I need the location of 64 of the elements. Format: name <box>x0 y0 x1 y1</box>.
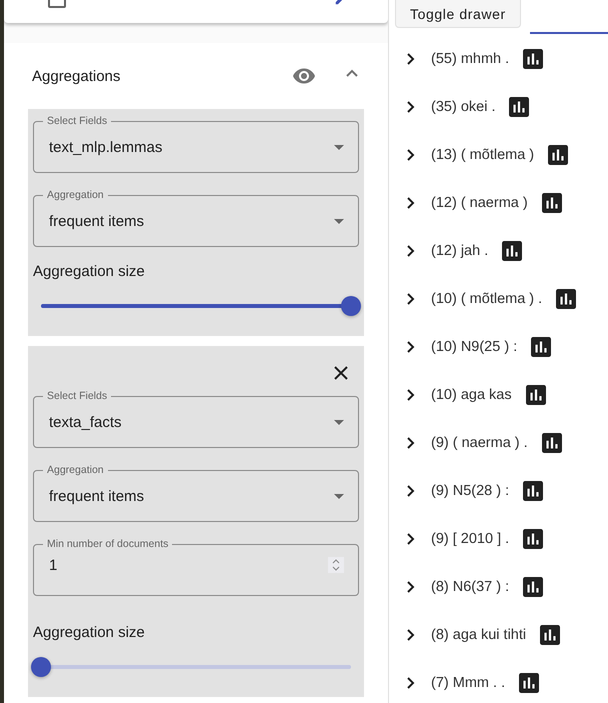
dropdown-caret-icon[interactable] <box>334 420 344 424</box>
card-title: Aggregations <box>31 68 122 84</box>
field-value: 1 <box>49 557 58 574</box>
field-label: Select Fields <box>43 115 112 127</box>
tree-item-label[interactable]: (35) okei . <box>431 99 496 115</box>
chevron-right-icon[interactable] <box>405 533 417 545</box>
chevron-right-icon[interactable] <box>405 581 417 593</box>
bar-chart-icon[interactable] <box>548 145 568 165</box>
chevron-right-icon[interactable] <box>405 53 417 65</box>
chevron-right-icon[interactable] <box>405 293 417 305</box>
tree-item-label[interactable]: (10) ( mõtlema ) . <box>431 291 542 307</box>
slider-thumb[interactable] <box>31 657 51 677</box>
tree-item-label[interactable]: (55) mhmh . <box>431 51 510 67</box>
tree-item-label[interactable]: (8) N6(37 ) : <box>431 579 510 595</box>
chevron-right-icon[interactable] <box>405 437 417 449</box>
tree-item-label[interactable]: (12) jah . <box>431 243 488 259</box>
bar-chart-icon[interactable] <box>523 49 544 69</box>
tree-item-label[interactable]: (9) [ 2010 ] . <box>431 531 510 547</box>
tree-item-label[interactable]: (7) Mmm . . <box>431 675 506 691</box>
toggle-drawer-button[interactable]: Toggle drawer <box>395 0 521 28</box>
spinner-icon[interactable] <box>328 557 344 573</box>
tree-item-label[interactable]: (13) ( mõtlema ) <box>431 147 534 163</box>
bar-chart-icon[interactable] <box>523 481 544 501</box>
dropdown-caret-icon[interactable] <box>334 494 344 498</box>
dropdown-caret-icon[interactable] <box>334 218 344 224</box>
field-value: frequent items <box>49 212 146 230</box>
slider-label: Aggregation size <box>33 624 146 641</box>
bar-chart-icon[interactable] <box>542 193 562 213</box>
tree-item-label[interactable]: (9) ( naerma ) . <box>431 435 528 451</box>
bar-chart-icon[interactable] <box>540 625 560 645</box>
bar-chart-icon[interactable] <box>519 673 540 693</box>
chevron-right-icon[interactable] <box>405 197 417 209</box>
chevron-right-icon[interactable] <box>405 101 417 113</box>
field-label: Select Fields <box>43 390 112 402</box>
tree-item-label[interactable]: (12) ( naerma ) <box>431 195 528 211</box>
tree-item-label[interactable]: (10) aga kas <box>431 387 512 403</box>
tree-item-label[interactable]: (8) aga kui tihti <box>431 627 526 643</box>
tree-item-label[interactable]: (9) N5(28 ) : <box>431 483 510 499</box>
bar-chart-icon[interactable] <box>556 289 576 309</box>
bar-chart-icon[interactable] <box>502 241 522 261</box>
chevron-right-icon[interactable] <box>405 149 417 161</box>
chevron-right-icon[interactable] <box>405 677 417 689</box>
bar-chart-icon[interactable] <box>531 337 552 357</box>
chevron-right-icon[interactable] <box>405 485 417 497</box>
field-value: text_mlp.lemmas <box>49 138 164 156</box>
dropdown-caret-icon[interactable] <box>334 144 344 150</box>
bar-chart-icon[interactable] <box>509 97 530 117</box>
chevron-right-icon[interactable] <box>405 341 417 353</box>
field-label: Min number of documents <box>43 538 172 550</box>
slider-thumb[interactable] <box>341 296 361 316</box>
chevron-right-icon[interactable] <box>405 629 417 641</box>
tree-item-label[interactable]: (10) N9(25 ) : <box>431 339 518 355</box>
field-value: frequent items <box>49 488 146 504</box>
bar-chart-icon[interactable] <box>526 385 546 405</box>
chevron-right-icon[interactable] <box>405 389 417 401</box>
slider-label: Aggregation size <box>33 263 146 280</box>
field-label: Aggregation <box>43 189 108 201</box>
bar-chart-icon[interactable] <box>523 577 544 597</box>
close-icon[interactable] <box>333 365 349 381</box>
chevron-right-icon[interactable] <box>405 245 417 257</box>
bar-chart-icon[interactable] <box>542 433 562 453</box>
field-value: texta_facts <box>49 414 123 430</box>
bar-chart-icon[interactable] <box>523 529 544 549</box>
field-label: Aggregation <box>43 464 108 476</box>
